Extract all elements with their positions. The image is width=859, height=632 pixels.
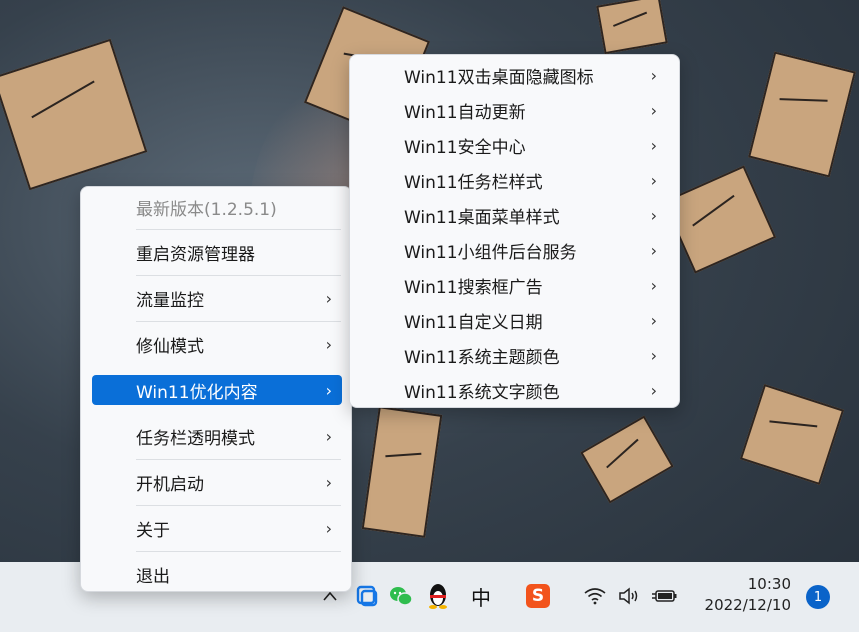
- version-label: 最新版本(1.2.5.1): [136, 199, 277, 220]
- wifi-icon[interactable]: [580, 574, 610, 618]
- menu-item-cultivation-mode[interactable]: 修仙模式 ›: [92, 329, 342, 359]
- chevron-right-icon: ›: [325, 472, 332, 492]
- chevron-right-icon: ›: [325, 426, 332, 446]
- submenu-item-custom-date[interactable]: Win11自定义日期 ›: [360, 304, 671, 336]
- menu-item-exit[interactable]: 退出: [92, 559, 342, 589]
- menu-separator: [136, 551, 341, 552]
- wallpaper-shard: [580, 415, 674, 504]
- chevron-right-icon: ›: [650, 380, 657, 400]
- wallpaper-shard: [0, 38, 148, 191]
- menu-item-startup[interactable]: 开机启动 ›: [92, 467, 342, 497]
- app-square-icon[interactable]: [352, 574, 382, 618]
- submenu-item-widgets-service[interactable]: Win11小组件后台服务 ›: [360, 234, 671, 266]
- submenu-item-auto-update[interactable]: Win11自动更新 ›: [360, 94, 671, 126]
- submenu-item-security-center[interactable]: Win11安全中心 ›: [360, 129, 671, 161]
- submenu-item-hide-desktop-icons[interactable]: Win11双击桌面隐藏图标 ›: [360, 59, 671, 91]
- submenu-item-desktop-menu-style[interactable]: Win11桌面菜单样式 ›: [360, 199, 671, 231]
- chevron-right-icon: ›: [650, 65, 657, 85]
- chevron-right-icon: ›: [650, 135, 657, 155]
- volume-icon[interactable]: [614, 574, 644, 618]
- sogou-icon[interactable]: S: [523, 574, 553, 618]
- clock-time: 10:30: [747, 575, 791, 593]
- context-menu: 最新版本(1.2.5.1) 重启资源管理器 流量监控 › 修仙模式 › Win1…: [80, 186, 352, 592]
- battery-icon[interactable]: [650, 574, 680, 618]
- submenu-item-search-box-ads[interactable]: Win11搜索框广告 ›: [360, 269, 671, 301]
- chevron-right-icon: ›: [650, 275, 657, 295]
- wallpaper-shard: [739, 383, 845, 486]
- wechat-icon[interactable]: [386, 574, 416, 618]
- chevron-right-icon: ›: [325, 334, 332, 354]
- menu-item-taskbar-transparent[interactable]: 任务栏透明模式 ›: [92, 421, 342, 451]
- chevron-right-icon: ›: [325, 288, 332, 308]
- clock-date: 2022/12/10: [704, 596, 791, 614]
- qq-penguin-icon[interactable]: [423, 574, 453, 618]
- wallpaper-shard: [361, 406, 443, 538]
- menu-item-about[interactable]: 关于 ›: [92, 513, 342, 543]
- chevron-right-icon: ›: [650, 310, 657, 330]
- submenu-item-text-color[interactable]: Win11系统文字颜色 ›: [360, 374, 671, 406]
- submenu-item-theme-color[interactable]: Win11系统主题颜色 ›: [360, 339, 671, 371]
- chevron-right-icon: ›: [650, 240, 657, 260]
- chevron-right-icon: ›: [650, 205, 657, 225]
- menu-item-restart-explorer[interactable]: 重启资源管理器: [92, 237, 342, 267]
- ime-icon[interactable]: 中: [466, 574, 496, 618]
- chevron-right-icon: ›: [650, 170, 657, 190]
- chevron-right-icon: ›: [650, 345, 657, 365]
- menu-separator: [136, 229, 341, 230]
- clock[interactable]: 10:30 2022/12/10: [705, 574, 791, 616]
- chevron-right-icon: ›: [325, 380, 332, 400]
- menu-item-win11-optimization[interactable]: Win11优化内容 ›: [92, 375, 342, 405]
- menu-separator: [136, 505, 341, 506]
- menu-item-traffic-monitor[interactable]: 流量监控 ›: [92, 283, 342, 313]
- wallpaper-shard: [596, 0, 668, 55]
- wallpaper-shard: [748, 51, 856, 178]
- submenu-item-taskbar-style[interactable]: Win11任务栏样式 ›: [360, 164, 671, 196]
- chevron-right-icon: ›: [650, 100, 657, 120]
- menu-separator: [136, 459, 341, 460]
- menu-separator: [136, 321, 341, 322]
- notification-badge[interactable]: 1: [806, 585, 830, 609]
- menu-separator: [136, 275, 341, 276]
- win11-submenu: Win11双击桌面隐藏图标 › Win11自动更新 › Win11安全中心 › …: [349, 54, 680, 408]
- chevron-right-icon: ›: [325, 518, 332, 538]
